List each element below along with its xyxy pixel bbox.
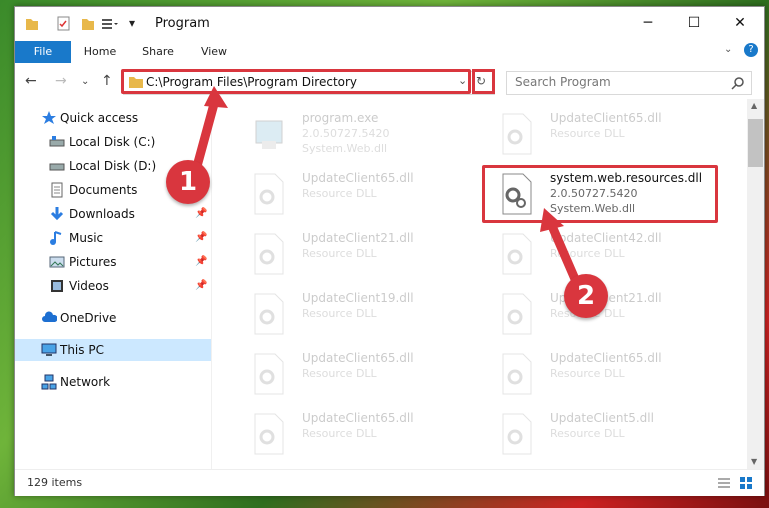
step-2-badge: 2 [564,274,608,318]
step-1-badge: 1 [166,160,210,204]
arrow-1-shaft [191,99,219,175]
annotation-arrows [191,86,583,291]
arrow-1-head [204,86,228,108]
arrow-2-head [540,208,564,232]
